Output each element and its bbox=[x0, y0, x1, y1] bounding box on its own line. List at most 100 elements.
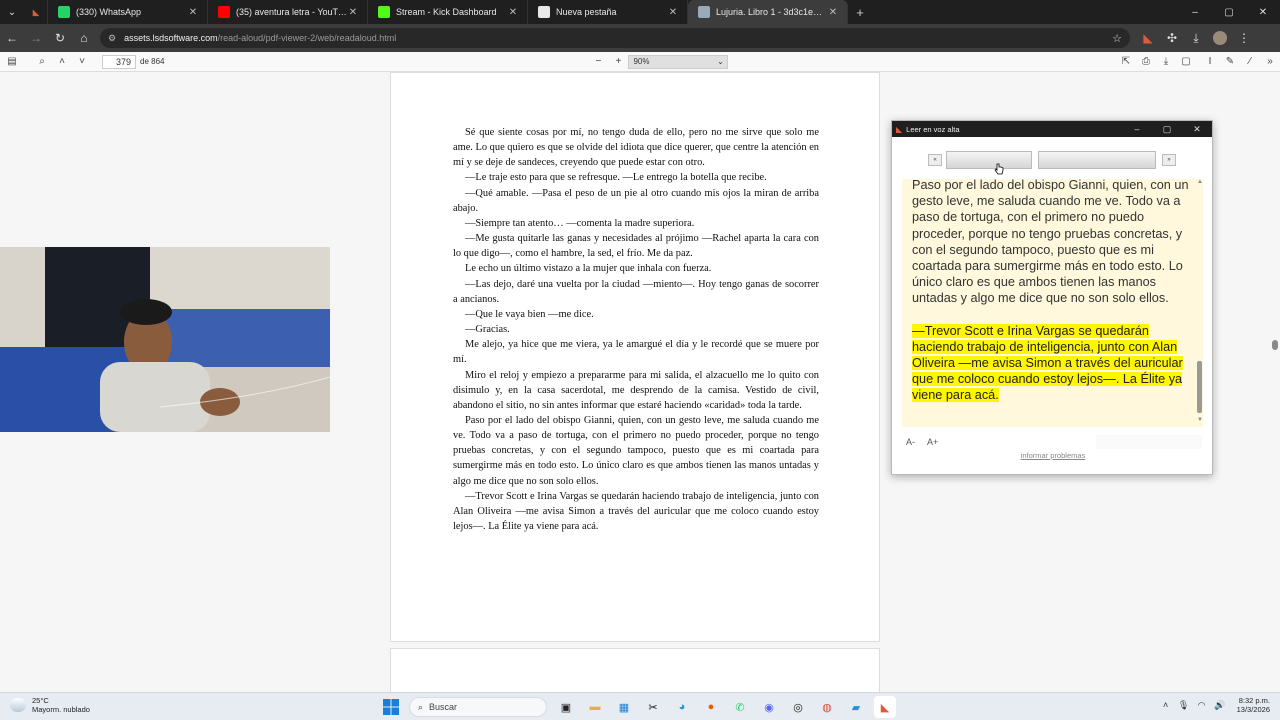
cloud-icon bbox=[10, 698, 26, 712]
edge-icon[interactable]: ◕ bbox=[671, 696, 693, 718]
weather-widget[interactable]: 25°C Mayorm. nublado bbox=[10, 696, 90, 714]
photos-icon[interactable]: ▰ bbox=[845, 696, 867, 718]
tab-search-icon[interactable]: ⌄ bbox=[0, 0, 24, 24]
scrollbar-thumb[interactable] bbox=[1197, 361, 1202, 413]
whatsapp-icon[interactable]: ✆ bbox=[729, 696, 751, 718]
paragraph: —Gracias. bbox=[465, 324, 510, 336]
play-pause-button[interactable] bbox=[946, 151, 1032, 169]
save-icon[interactable]: ⤓ bbox=[1156, 52, 1176, 72]
download-icon[interactable]: ⤓ bbox=[1184, 26, 1208, 50]
browser-menu-icon[interactable]: ⋮ bbox=[1232, 26, 1256, 50]
font-size-controls: A- A+ bbox=[906, 437, 950, 447]
page-total: de 864 bbox=[140, 57, 165, 66]
store-icon[interactable]: ▦ bbox=[613, 696, 635, 718]
browser-tab[interactable]: (330) WhatsApp ✕ bbox=[48, 0, 208, 24]
browser-tab-strip: ⌄ ◣ (330) WhatsApp ✕ (35) aventura letra - … bbox=[0, 0, 1280, 24]
paragraph: Sé que siente cosas por mí, no tengo dud… bbox=[453, 127, 819, 169]
sidebar-toggle-icon[interactable]: ▤ bbox=[2, 52, 22, 72]
profile-avatar[interactable] bbox=[1208, 26, 1232, 50]
temperature: 25°C bbox=[32, 696, 49, 705]
tab-title: Nueva pestaña bbox=[556, 7, 617, 17]
tab-close-icon[interactable]: ✕ bbox=[667, 7, 679, 18]
minimize-icon[interactable]: – bbox=[1122, 124, 1152, 135]
text-select-icon[interactable]: I bbox=[1200, 52, 1220, 72]
zoom-out-icon[interactable]: − bbox=[588, 52, 608, 72]
browser-tab[interactable]: ◣ bbox=[24, 0, 48, 24]
tab-close-icon[interactable]: ✕ bbox=[827, 7, 839, 18]
report-problems-link[interactable]: informar problemas bbox=[892, 451, 1214, 460]
edit-icon[interactable]: ✎ bbox=[1220, 52, 1240, 72]
minimize-icon[interactable]: – bbox=[1178, 0, 1212, 24]
browser-tab[interactable]: Stream - Kick Dashboard ✕ bbox=[368, 0, 528, 24]
microphone-icon[interactable]: 🎙 bbox=[1175, 700, 1193, 711]
more-tools-icon[interactable]: » bbox=[1260, 52, 1280, 72]
volume-icon[interactable]: 🔊 bbox=[1211, 700, 1229, 711]
reload-icon[interactable]: ↻ bbox=[48, 26, 72, 50]
kick-icon bbox=[378, 6, 390, 18]
globe-icon bbox=[698, 6, 710, 18]
scrollbar-thumb[interactable] bbox=[1272, 340, 1278, 350]
paragraph: —Que le vaya bien —me dice. bbox=[465, 308, 594, 320]
start-windows-icon[interactable] bbox=[380, 696, 402, 718]
font-increase-button[interactable]: A+ bbox=[927, 437, 938, 447]
capcut-icon[interactable]: ✂ bbox=[642, 696, 664, 718]
read-aloud-extension-icon[interactable]: ◣ bbox=[1136, 26, 1160, 50]
home-icon[interactable]: ⌂ bbox=[72, 26, 96, 50]
discord-icon[interactable]: ◉ bbox=[758, 696, 780, 718]
browser-tab[interactable]: Nueva pestaña ✕ bbox=[528, 0, 688, 24]
firefox-icon[interactable]: ● bbox=[700, 696, 722, 718]
zoom-select[interactable]: 90% ⌄ bbox=[628, 54, 729, 69]
maximize-icon[interactable]: ▢ bbox=[1152, 124, 1182, 135]
text-panel-scrollbar[interactable]: ▲ ▼ bbox=[1197, 179, 1203, 425]
tab-close-icon[interactable]: ✕ bbox=[507, 7, 519, 18]
wifi-icon[interactable]: ◠ bbox=[1193, 700, 1211, 711]
maximize-icon[interactable]: ▢ bbox=[1212, 0, 1246, 24]
close-icon[interactable]: ✕ bbox=[1182, 124, 1212, 135]
task-view-icon[interactable]: ▣ bbox=[555, 696, 577, 718]
obs-icon[interactable]: ◎ bbox=[787, 696, 809, 718]
previous-page-icon[interactable]: ˄ bbox=[52, 52, 72, 72]
print-icon[interactable]: ⎙ bbox=[1136, 52, 1156, 72]
active-app-icon[interactable]: ◣ bbox=[874, 696, 896, 718]
tab-close-icon[interactable]: ✕ bbox=[347, 7, 359, 18]
browser-tab[interactable]: (35) aventura letra - YouTube ✕ bbox=[208, 0, 368, 24]
chrome-icon[interactable]: ◍ bbox=[816, 696, 838, 718]
file-explorer-icon[interactable]: ▬ bbox=[584, 696, 606, 718]
hand-tool-icon[interactable]: ⁄ bbox=[1240, 52, 1260, 72]
back-icon[interactable]: ← bbox=[0, 26, 24, 50]
clock[interactable]: 8:32 p.m. 13/3/2026 bbox=[1237, 696, 1270, 714]
forward-button[interactable]: » bbox=[1162, 154, 1176, 166]
new-tab-icon[interactable]: + bbox=[848, 0, 872, 24]
page-number-input[interactable]: 379 bbox=[102, 54, 136, 69]
paragraph: —Qué amable. —Pasa el peso de un pie al … bbox=[453, 187, 819, 214]
browser-tab[interactable]: Lujuria. Libro 1 - 3d3c1e47-4e6✕ bbox=[688, 0, 848, 24]
stop-button[interactable] bbox=[1038, 151, 1156, 169]
rewind-button[interactable]: « bbox=[928, 154, 942, 166]
extensions-icon[interactable]: ✣ bbox=[1160, 26, 1184, 50]
bookmark-icon[interactable]: ▢ bbox=[1176, 52, 1196, 72]
font-decrease-button[interactable]: A- bbox=[906, 437, 915, 447]
scroll-up-icon[interactable]: ▲ bbox=[1197, 179, 1203, 185]
tab-close-icon[interactable]: ✕ bbox=[187, 7, 199, 18]
url-path: /read-aloud/pdf-viewer-2/web/readaloud.h… bbox=[217, 33, 397, 43]
bookmark-star-icon[interactable]: ☆ bbox=[1112, 32, 1122, 45]
pdf-toolbar: ▤ ⌕ ˄ ˅ 379 de 864 − + 90% ⌄ ⇱ ⎙ ⤓ ▢ I ✎ … bbox=[0, 52, 1280, 72]
scroll-down-icon[interactable]: ▼ bbox=[1197, 417, 1203, 423]
zoom-in-icon[interactable]: + bbox=[608, 52, 628, 72]
tab-title: Lujuria. Libro 1 - 3d3c1e47-4e6 bbox=[716, 7, 827, 17]
taskbar-search[interactable]: ⌕ Buscar bbox=[409, 697, 547, 717]
search-icon: ⌕ bbox=[418, 701, 424, 712]
open-file-icon[interactable]: ⇱ bbox=[1116, 52, 1136, 72]
viewer-scrollbar[interactable] bbox=[1270, 72, 1280, 692]
taskbar-apps: ⌕ Buscar ▣ ▬ ▦ ✂ ◕ ● ✆ ◉ ◎ ◍ ▰ ◣ bbox=[380, 696, 903, 718]
read-aloud-text-panel: Paso por el lado del obispo Gianni, quie… bbox=[902, 179, 1203, 427]
next-page-icon[interactable]: ˅ bbox=[72, 52, 92, 72]
find-icon[interactable]: ⌕ bbox=[32, 52, 52, 72]
window-controls: – ▢ ✕ bbox=[1178, 0, 1280, 24]
chevron-up-icon[interactable]: ˄ bbox=[1157, 700, 1175, 710]
tab-list: ◣ (330) WhatsApp ✕ (35) aventura letra - Yo… bbox=[24, 0, 848, 24]
close-icon[interactable]: ✕ bbox=[1246, 0, 1280, 24]
site-info-icon[interactable]: ⚙ bbox=[108, 33, 116, 44]
forward-icon[interactable]: → bbox=[24, 26, 48, 50]
address-bar[interactable]: ⚙ assets.lsdsoftware.com/read-aloud/pdf-… bbox=[100, 28, 1130, 48]
